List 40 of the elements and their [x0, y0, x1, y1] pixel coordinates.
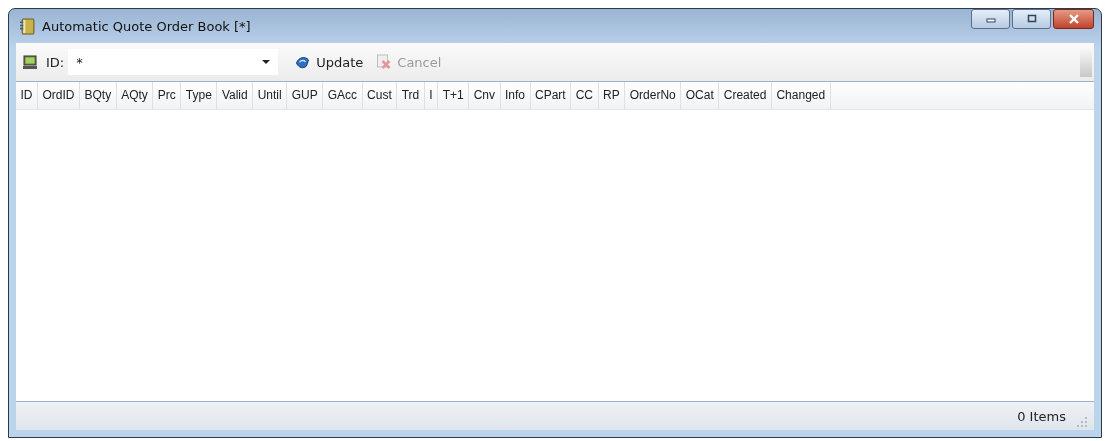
column-header[interactable]: I [424, 82, 439, 109]
id-combo-box[interactable]: * [68, 49, 279, 75]
column-header[interactable]: Cust [362, 82, 398, 109]
column-header[interactable]: Prc [153, 82, 182, 109]
close-icon [1067, 14, 1080, 24]
item-count: 0 Items [1017, 408, 1066, 424]
column-header[interactable]: Info [500, 82, 531, 109]
column-header[interactable]: RP [598, 82, 626, 109]
computer-icon [22, 54, 38, 70]
column-header[interactable]: OrderNo [625, 82, 682, 109]
column-header[interactable]: CPart [530, 82, 572, 109]
close-button[interactable] [1053, 9, 1094, 29]
column-header[interactable]: T+1 [438, 82, 470, 109]
book-icon [19, 17, 36, 35]
minimize-icon [984, 15, 997, 23]
maximize-icon [1025, 14, 1038, 24]
column-header[interactable]: CC [571, 82, 599, 109]
column-header[interactable]: OCat [681, 82, 720, 109]
column-header[interactable]: Type [181, 82, 218, 109]
column-header[interactable]: AQty [116, 82, 154, 109]
caret-icon [262, 60, 271, 64]
minimize-button[interactable] [971, 9, 1010, 29]
column-header[interactable]: GUP [287, 82, 324, 109]
column-header[interactable]: Cnv [469, 82, 501, 109]
resize-grip-icon[interactable] [1076, 416, 1088, 428]
column-header[interactable]: Valid [217, 82, 254, 109]
column-header[interactable]: Trd [397, 82, 425, 109]
column-header[interactable]: OrdID [38, 82, 80, 109]
refresh-icon [294, 54, 312, 70]
id-label: ID: [46, 54, 65, 70]
window-title: Automatic Quote Order Book [*] [42, 18, 252, 34]
column-header[interactable]: Until [253, 82, 288, 109]
column-header[interactable]: Changed [771, 82, 831, 109]
cancel-icon [375, 54, 393, 70]
maximize-button[interactable] [1012, 9, 1051, 29]
column-header[interactable]: ID [16, 82, 38, 109]
column-header[interactable]: Created [719, 82, 772, 109]
column-header[interactable]: BQty [80, 82, 117, 109]
update-button[interactable]: Update [292, 52, 366, 72]
column-header[interactable]: GAcc [323, 82, 363, 109]
